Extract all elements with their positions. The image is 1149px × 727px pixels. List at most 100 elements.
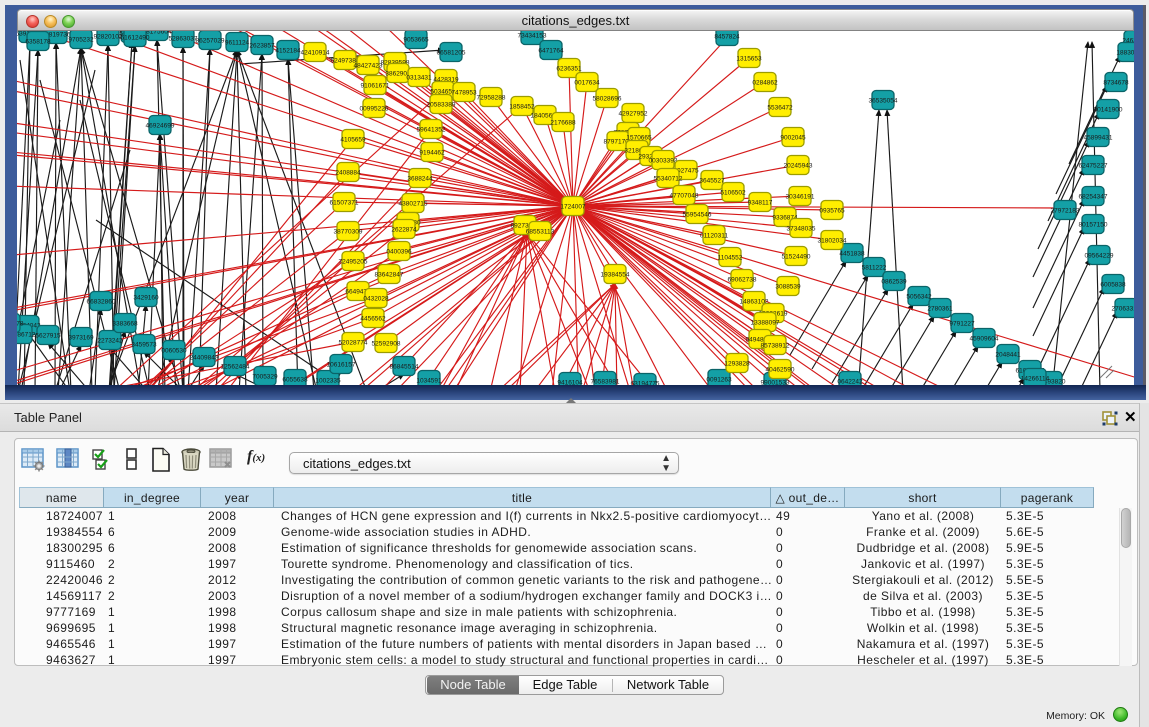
svg-text:1858452: 1858452 (509, 104, 535, 111)
svg-text:4105659: 4105659 (340, 137, 366, 144)
svg-text:66581205: 66581205 (437, 50, 466, 57)
svg-text:1293828: 1293828 (724, 361, 750, 368)
svg-text:2048441: 2048441 (995, 352, 1021, 359)
svg-text:91061671: 91061671 (361, 83, 390, 90)
svg-text:5811222: 5811222 (862, 265, 887, 272)
svg-text:27972183: 27972183 (1051, 208, 1080, 215)
svg-text:0400396: 0400396 (386, 249, 412, 256)
svg-text:51524490: 51524490 (782, 254, 811, 261)
svg-text:58028696: 58028696 (593, 96, 622, 103)
svg-text:1002335: 1002335 (315, 378, 341, 385)
svg-text:20086712: 20086712 (17, 332, 36, 339)
svg-text:52863037: 52863037 (169, 36, 198, 43)
svg-text:47707048: 47707048 (670, 193, 699, 200)
svg-text:00303393: 00303393 (649, 158, 678, 165)
svg-text:2176688: 2176688 (550, 120, 576, 127)
svg-text:48427423: 48427423 (354, 63, 383, 70)
svg-text:2623857: 2623857 (249, 43, 275, 50)
svg-text:49933778: 49933778 (17, 321, 24, 328)
svg-text:0313431: 0313431 (406, 75, 432, 82)
svg-text:42927952: 42927952 (619, 111, 648, 118)
svg-text:46924699: 46924699 (146, 123, 175, 130)
svg-text:36535054: 36535054 (869, 98, 898, 105)
svg-text:72495205: 72495205 (339, 259, 368, 266)
svg-text:7005329: 7005329 (252, 374, 278, 381)
svg-text:85738912: 85738912 (761, 343, 790, 350)
svg-text:68254347: 68254347 (1079, 194, 1108, 201)
svg-text:1034591: 1034591 (416, 378, 442, 385)
svg-text:80157150: 80157150 (1079, 222, 1108, 229)
svg-text:1883084: 1883084 (1116, 50, 1134, 57)
svg-text:9791227: 9791227 (949, 321, 975, 328)
svg-text:01120311: 01120311 (700, 233, 728, 240)
svg-text:68553113: 68553113 (526, 229, 555, 236)
svg-text:59641352: 59641352 (417, 127, 446, 134)
svg-text:19384554: 19384554 (601, 272, 630, 279)
svg-text:52592908: 52592908 (372, 341, 401, 348)
svg-text:10616157: 10616157 (327, 362, 356, 369)
svg-text:9705232: 9705232 (68, 37, 94, 44)
svg-text:0017634: 0017634 (574, 80, 600, 87)
svg-text:6358178: 6358178 (25, 39, 51, 46)
svg-text:0935765: 0935765 (819, 208, 845, 215)
svg-text:42410914: 42410914 (301, 50, 330, 57)
svg-text:62475227: 62475227 (1079, 163, 1108, 170)
svg-text:69062738: 69062738 (728, 277, 757, 284)
svg-text:0862539: 0862539 (881, 279, 907, 286)
svg-text:3688244: 3688244 (407, 176, 433, 183)
svg-text:8734678: 8734678 (1103, 80, 1129, 87)
svg-text:9611124: 9611124 (225, 40, 250, 47)
svg-text:4451838: 4451838 (839, 251, 865, 258)
svg-text:61507371: 61507371 (330, 200, 359, 207)
svg-text:5106502: 5106502 (720, 190, 746, 197)
svg-text:20583389: 20583389 (427, 102, 456, 109)
svg-text:0091263: 0091263 (706, 377, 732, 384)
svg-text:86257029: 86257029 (196, 38, 225, 45)
svg-text:3973169: 3973169 (68, 335, 94, 342)
svg-text:6471764: 6471764 (538, 48, 564, 55)
svg-text:92820102: 92820102 (94, 34, 123, 41)
svg-text:1104552: 1104552 (718, 255, 743, 262)
svg-text:55954546: 55954546 (683, 212, 712, 219)
svg-text:31802034: 31802034 (818, 238, 847, 245)
svg-text:2622874: 2622874 (391, 227, 417, 234)
svg-text:24409843: 24409843 (190, 355, 219, 362)
svg-text:09564229: 09564229 (1085, 253, 1114, 260)
svg-text:5536472: 5536472 (767, 105, 793, 112)
svg-text:3429160: 3429160 (133, 295, 159, 302)
svg-text:3088539: 3088539 (775, 284, 801, 291)
svg-text:20245943: 20245943 (784, 163, 813, 170)
svg-text:6005838: 6005838 (1100, 282, 1126, 289)
svg-text:55340712: 55340712 (654, 176, 683, 183)
svg-text:5627915: 5627915 (35, 333, 61, 340)
svg-text:83642847: 83642847 (375, 272, 404, 279)
svg-text:4456562: 4456562 (360, 316, 386, 323)
svg-text:13388097: 13388097 (751, 320, 780, 327)
svg-text:73434153: 73434153 (518, 33, 547, 40)
svg-text:43802715: 43802715 (399, 201, 428, 208)
svg-text:9002045: 9002045 (780, 135, 806, 142)
svg-text:30346191: 30346191 (786, 194, 815, 201)
svg-text:7478953: 7478953 (451, 90, 477, 97)
svg-text:66832860: 66832860 (87, 299, 116, 306)
svg-text:3383668: 3383668 (112, 321, 138, 328)
svg-text:45909604: 45909604 (970, 336, 999, 343)
svg-text:00995226: 00995226 (360, 106, 389, 113)
svg-text:14266114: 14266114 (1021, 376, 1050, 383)
svg-text:0284862: 0284862 (752, 80, 778, 87)
svg-text:2273242: 2273242 (97, 338, 123, 345)
svg-text:6055638: 6055638 (282, 377, 308, 384)
svg-text:38770309: 38770309 (334, 229, 363, 236)
svg-text:72958288: 72958288 (477, 95, 506, 102)
svg-text:37348035: 37348035 (787, 226, 816, 233)
svg-text:3459573: 3459573 (131, 342, 157, 349)
svg-text:9194462: 9194462 (419, 150, 445, 157)
svg-text:8457824: 8457824 (714, 34, 740, 41)
svg-text:30141900: 30141900 (1094, 107, 1123, 114)
svg-text:1724007: 1724007 (560, 204, 586, 211)
svg-text:0060530: 0060530 (161, 348, 187, 355)
svg-text:0432028: 0432028 (363, 296, 389, 303)
svg-text:86845514: 86845514 (390, 364, 419, 371)
svg-text:2408884: 2408884 (335, 170, 361, 177)
svg-text:5056342: 5056342 (906, 294, 932, 301)
